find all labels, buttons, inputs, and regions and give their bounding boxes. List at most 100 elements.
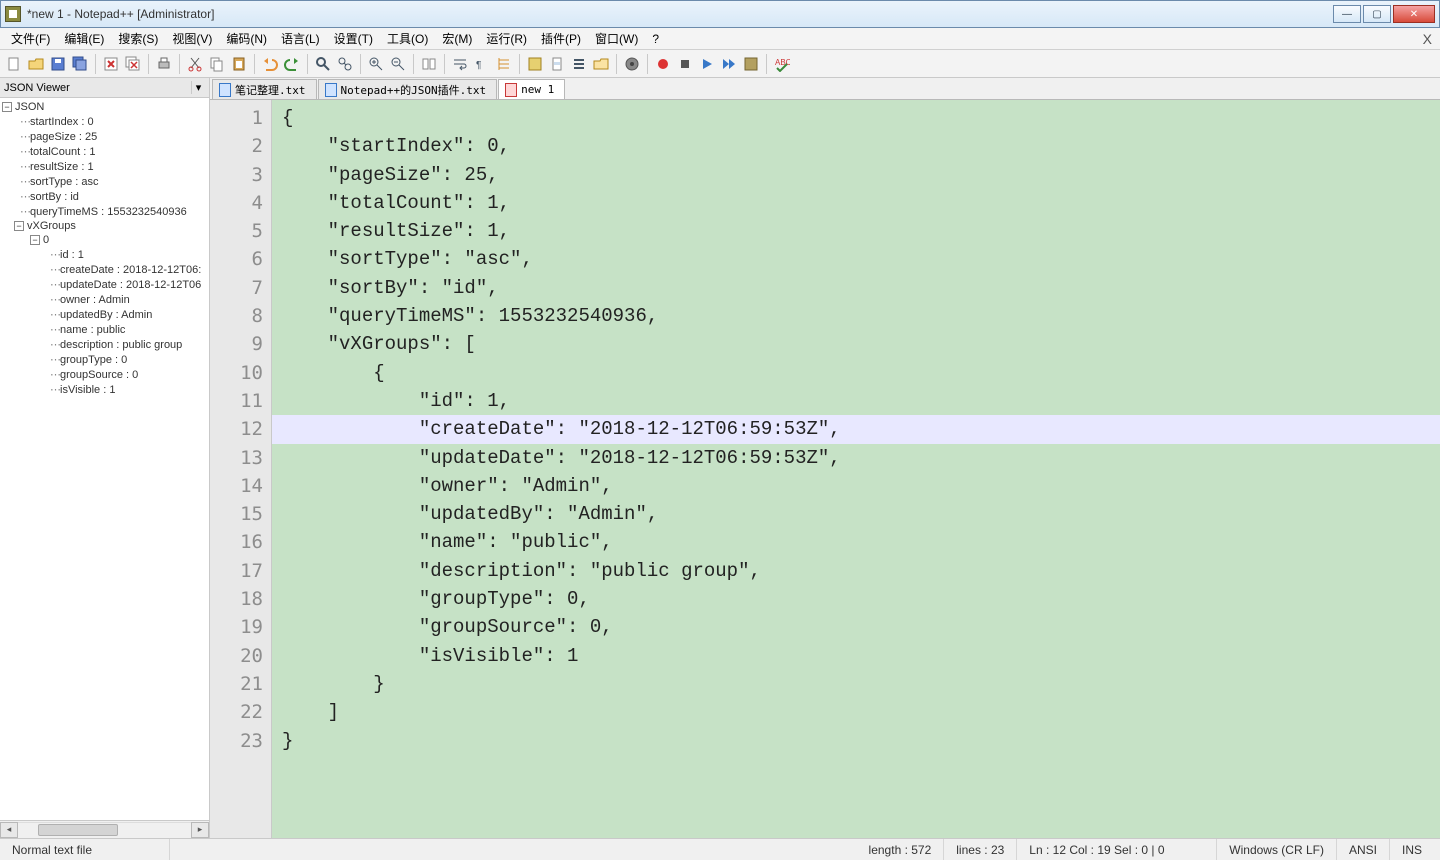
mdi-close-icon[interactable]: X <box>1423 31 1432 47</box>
collapse-icon[interactable]: − <box>30 235 40 245</box>
tree-item[interactable]: createDate : 2018-12-12T06: <box>60 264 201 276</box>
copy-icon[interactable] <box>207 54 227 74</box>
tab-notes[interactable]: 笔记整理.txt <box>212 79 317 99</box>
find-icon[interactable] <box>313 54 333 74</box>
tree-item[interactable]: groupSource : 0 <box>60 369 138 381</box>
close-all-icon[interactable] <box>123 54 143 74</box>
sync-scroll-icon[interactable] <box>419 54 439 74</box>
tab-label: 笔记整理.txt <box>235 82 306 98</box>
tree-group[interactable]: vXGroups <box>27 220 76 232</box>
indent-guide-icon[interactable] <box>494 54 514 74</box>
tree-item[interactable]: description : public group <box>60 339 182 351</box>
toolbar-separator <box>616 54 617 74</box>
save-icon[interactable] <box>48 54 68 74</box>
scroll-thumb[interactable] <box>38 824 118 836</box>
toolbar-separator <box>519 54 520 74</box>
tree-item[interactable]: totalCount : 1 <box>30 146 95 158</box>
menu-plugins[interactable]: 插件(P) <box>534 28 588 49</box>
tree-group-child[interactable]: 0 <box>43 234 49 246</box>
show-all-chars-icon[interactable]: ¶ <box>472 54 492 74</box>
menu-bar: 文件(F) 编辑(E) 搜索(S) 视图(V) 编码(N) 语言(L) 设置(T… <box>0 28 1440 50</box>
cut-icon[interactable] <box>185 54 205 74</box>
tree-root: JSON <box>15 101 44 113</box>
file-saved-icon <box>219 83 231 97</box>
scroll-left-icon[interactable]: ◂ <box>0 822 18 838</box>
macro-play-icon[interactable] <box>697 54 717 74</box>
close-button[interactable]: ✕ <box>1393 5 1435 23</box>
tree-item[interactable]: startIndex : 0 <box>30 116 94 128</box>
toolbar-separator <box>307 54 308 74</box>
menu-language[interactable]: 语言(L) <box>274 28 327 49</box>
tree-item[interactable]: sortType : asc <box>30 176 98 188</box>
menu-help[interactable]: ? <box>645 30 666 48</box>
menu-window[interactable]: 窗口(W) <box>588 28 645 49</box>
line-number-gutter[interactable]: 1234567891011121314151617181920212223 <box>210 100 272 838</box>
menu-macro[interactable]: 宏(M) <box>435 28 479 49</box>
collapse-icon[interactable]: − <box>14 221 24 231</box>
macro-stop-icon[interactable] <box>675 54 695 74</box>
menu-edit[interactable]: 编辑(E) <box>57 28 111 49</box>
close-file-icon[interactable] <box>101 54 121 74</box>
undo-icon[interactable] <box>260 54 280 74</box>
json-viewer-panel: JSON Viewer ▾ −JSON ⋯startIndex : 0 ⋯pag… <box>0 78 210 838</box>
title-bar: *new 1 - Notepad++ [Administrator] — ▢ ✕ <box>0 0 1440 28</box>
tree-item[interactable]: sortBy : id <box>30 191 79 203</box>
document-tabs: 笔记整理.txt Notepad++的JSON插件.txt new 1 <box>210 78 1440 100</box>
menu-encoding[interactable]: 编码(N) <box>219 28 274 49</box>
minimize-button[interactable]: — <box>1333 5 1361 23</box>
doc-map-icon[interactable] <box>547 54 567 74</box>
tree-item[interactable]: updatedBy : Admin <box>60 309 152 321</box>
status-insert-mode[interactable]: INS <box>1390 839 1440 860</box>
status-length: length : 572 <box>857 839 945 860</box>
redo-icon[interactable] <box>282 54 302 74</box>
tab-json-plugin[interactable]: Notepad++的JSON插件.txt <box>318 79 498 99</box>
sidebar-dropdown-icon[interactable]: ▾ <box>191 81 205 94</box>
print-icon[interactable] <box>154 54 174 74</box>
zoom-out-icon[interactable] <box>388 54 408 74</box>
menu-settings[interactable]: 设置(T) <box>327 28 380 49</box>
menu-tools[interactable]: 工具(O) <box>380 28 435 49</box>
macro-play-multi-icon[interactable] <box>719 54 739 74</box>
new-file-icon[interactable] <box>4 54 24 74</box>
tree-item[interactable]: owner : Admin <box>60 294 130 306</box>
tree-item[interactable]: groupType : 0 <box>60 354 127 366</box>
tree-item[interactable]: id : 1 <box>60 249 84 261</box>
macro-save-icon[interactable] <box>741 54 761 74</box>
paste-icon[interactable] <box>229 54 249 74</box>
spellcheck-icon[interactable]: ABC <box>772 54 792 74</box>
collapse-icon[interactable]: − <box>2 102 12 112</box>
open-file-icon[interactable] <box>26 54 46 74</box>
function-list-icon[interactable] <box>569 54 589 74</box>
json-tree[interactable]: −JSON ⋯startIndex : 0 ⋯pageSize : 25 ⋯to… <box>0 98 209 820</box>
toolbar-separator <box>95 54 96 74</box>
tree-item[interactable]: name : public <box>60 324 125 336</box>
zoom-in-icon[interactable] <box>366 54 386 74</box>
replace-icon[interactable] <box>335 54 355 74</box>
word-wrap-icon[interactable] <box>450 54 470 74</box>
scroll-right-icon[interactable]: ▸ <box>191 822 209 838</box>
code-editor[interactable]: { "startIndex": 0, "pageSize": 25, "tota… <box>272 100 1440 838</box>
menu-search[interactable]: 搜索(S) <box>111 28 165 49</box>
status-encoding[interactable]: ANSI <box>1337 839 1390 860</box>
menu-file[interactable]: 文件(F) <box>4 28 57 49</box>
folder-view-icon[interactable] <box>591 54 611 74</box>
menu-view[interactable]: 视图(V) <box>165 28 219 49</box>
user-lang-icon[interactable] <box>525 54 545 74</box>
toolbar-separator <box>254 54 255 74</box>
tree-item[interactable]: resultSize : 1 <box>30 161 94 173</box>
window-title: *new 1 - Notepad++ [Administrator] <box>27 7 1333 21</box>
tree-item[interactable]: queryTimeMS : 1553232540936 <box>30 206 187 218</box>
status-eol[interactable]: Windows (CR LF) <box>1217 839 1337 860</box>
maximize-button[interactable]: ▢ <box>1363 5 1391 23</box>
monitor-icon[interactable] <box>622 54 642 74</box>
menu-run[interactable]: 运行(R) <box>479 28 534 49</box>
toolbar-separator <box>766 54 767 74</box>
tab-new1[interactable]: new 1 <box>498 79 565 99</box>
tree-item[interactable]: updateDate : 2018-12-12T06 <box>60 279 201 291</box>
tab-label: new 1 <box>521 83 554 96</box>
tree-item[interactable]: isVisible : 1 <box>60 384 115 396</box>
macro-record-icon[interactable] <box>653 54 673 74</box>
sidebar-hscroll[interactable]: ◂ ▸ <box>0 820 209 838</box>
save-all-icon[interactable] <box>70 54 90 74</box>
tree-item[interactable]: pageSize : 25 <box>30 131 97 143</box>
